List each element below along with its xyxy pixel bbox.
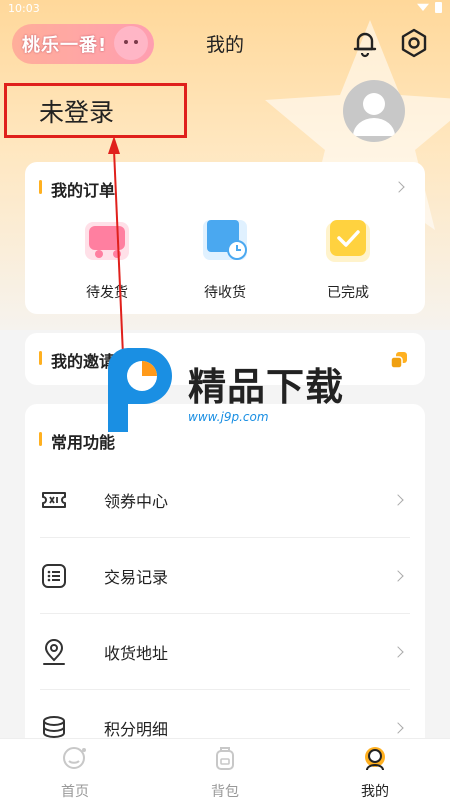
tab-home-label: 首页	[61, 784, 89, 800]
bottom-tab-bar: 首页 背包 我的	[0, 738, 450, 800]
tab-profile-label: 我的	[361, 784, 389, 800]
home-chat-icon	[63, 747, 86, 769]
watermark: 精品下载 www.j9p.com	[98, 348, 358, 438]
watermark-text: 精品下载	[188, 365, 345, 409]
tab-home[interactable]: 首页	[35, 745, 115, 800]
tab-backpack-label: 背包	[211, 784, 239, 800]
backpack-icon	[216, 747, 234, 770]
watermark-logo-icon	[108, 348, 172, 432]
tab-backpack[interactable]: 背包	[185, 745, 265, 800]
watermark-url: www.j9p.com	[188, 410, 269, 424]
profile-icon	[365, 747, 385, 771]
tab-profile[interactable]: 我的	[335, 745, 415, 800]
